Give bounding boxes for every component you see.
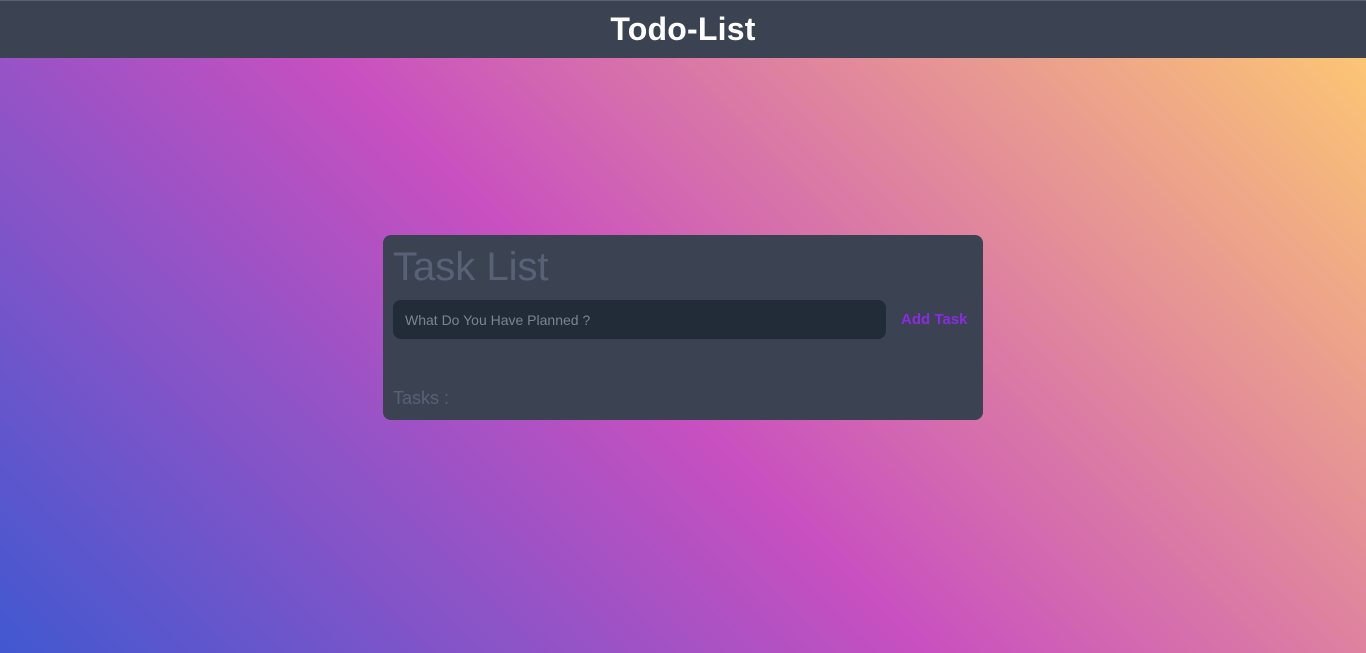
tasks-heading: Tasks :	[393, 388, 450, 408]
app-header: Todo-List	[0, 0, 1366, 58]
new-task-input[interactable]	[393, 300, 886, 339]
task-list-card: Task List Add Task Tasks :	[383, 235, 983, 420]
task-list-title: Task List	[393, 245, 549, 289]
add-task-button[interactable]: Add Task	[893, 305, 975, 333]
app-title: Todo-List	[610, 11, 756, 47]
